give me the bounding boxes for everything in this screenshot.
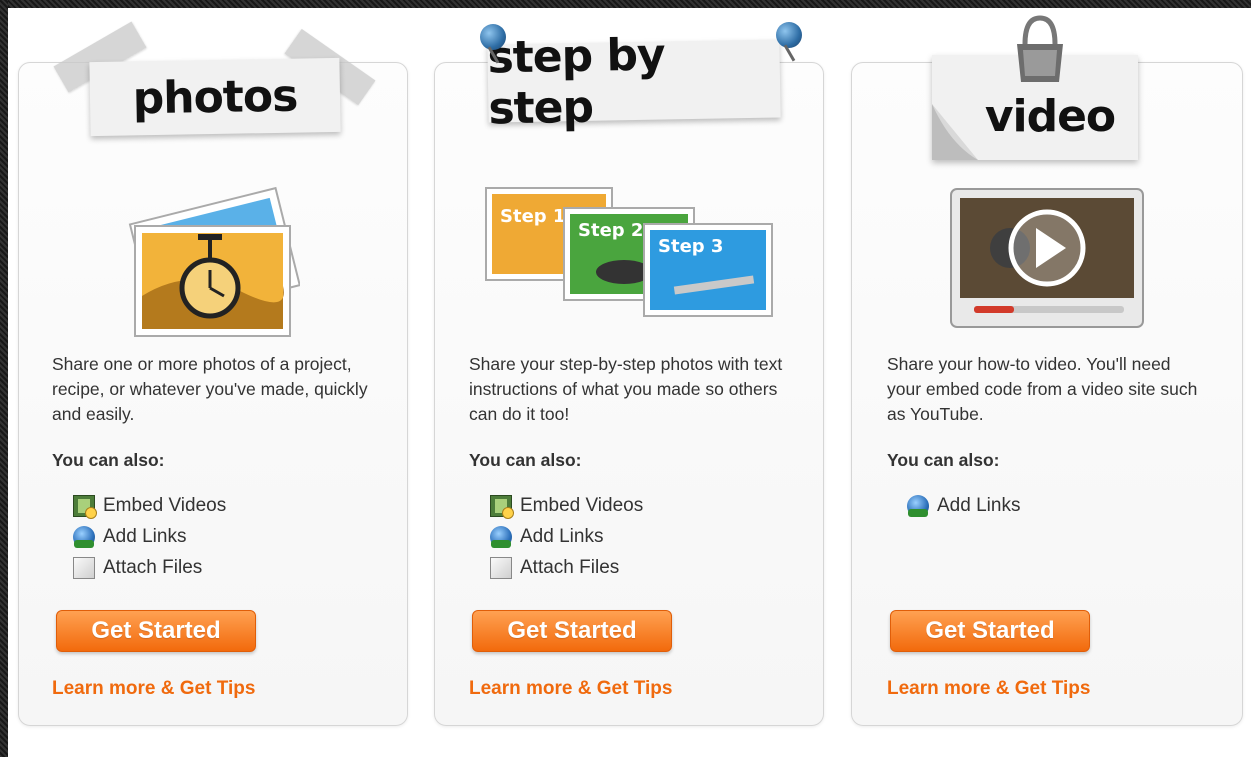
feature-embed-videos[interactable]: Embed Videos (73, 490, 226, 521)
feature-label: Embed Videos (103, 494, 227, 516)
video-title: video (984, 91, 1116, 142)
video-player-illustration (950, 188, 1144, 328)
photos-learn-more-link[interactable]: Learn more & Get Tips (52, 678, 255, 700)
page-curl-decoration (932, 104, 978, 160)
film-icon (73, 494, 97, 519)
video-also-heading: You can also: (887, 450, 1000, 470)
page-border-left (0, 0, 8, 757)
feature-attach-files[interactable]: Attach Files (490, 552, 643, 583)
feature-attach-files[interactable]: Attach Files (73, 552, 226, 583)
step-title-tag: step by step (487, 29, 781, 135)
feature-add-links[interactable]: Add Links (907, 490, 1020, 521)
step-2-label: Step 2 (578, 220, 643, 241)
pushpin-left-icon (480, 24, 506, 50)
binder-clip-icon (1017, 15, 1063, 82)
video-features-list: Add Links (907, 490, 1020, 521)
step-get-started-button[interactable]: Get Started (472, 610, 672, 652)
feature-label: Embed Videos (520, 494, 644, 516)
video-get-started-button[interactable]: Get Started (890, 610, 1090, 652)
globe-link-icon (907, 494, 929, 517)
step-also-heading: You can also: (469, 450, 582, 470)
video-learn-more-link[interactable]: Learn more & Get Tips (887, 678, 1090, 700)
step-features-list: Embed Videos Add Links Attach Files (490, 490, 643, 583)
photos-also-heading: You can also: (52, 450, 165, 470)
pushpin-right-icon (776, 22, 802, 48)
photos-description: Share one or more photos of a project, r… (52, 354, 368, 424)
feature-label: Attach Files (103, 556, 203, 578)
step-title: step by step (487, 29, 666, 135)
step-description: Share your step-by-step photos with text… (469, 354, 783, 424)
film-icon (490, 494, 514, 519)
feature-add-links[interactable]: Add Links (490, 521, 643, 552)
feature-label: Add Links (103, 525, 187, 547)
feature-add-links[interactable]: Add Links (73, 521, 226, 552)
video-description: Share your how-to video. You'll need you… (887, 354, 1198, 424)
feature-label: Add Links (520, 525, 604, 547)
photos-get-started-button[interactable]: Get Started (56, 610, 256, 652)
file-icon (490, 556, 512, 579)
step-3-label: Step 3 (658, 236, 723, 257)
step-1-label: Step 1 (500, 206, 565, 227)
photos-title: photos (132, 70, 298, 124)
feature-embed-videos[interactable]: Embed Videos (490, 490, 643, 521)
photos-title-tag: photos (89, 57, 341, 137)
globe-link-icon (73, 525, 95, 548)
step-illustration: Step 1 Step 2 Step 3 (485, 187, 773, 317)
photos-illustration (128, 186, 300, 337)
page-border-top (0, 0, 1251, 8)
file-icon (73, 556, 95, 579)
step-learn-more-link[interactable]: Learn more & Get Tips (469, 678, 672, 700)
photos-features-list: Embed Videos Add Links Attach Files (73, 490, 226, 583)
feature-label: Add Links (937, 494, 1021, 516)
globe-link-icon (490, 525, 512, 548)
feature-label: Attach Files (520, 556, 620, 578)
